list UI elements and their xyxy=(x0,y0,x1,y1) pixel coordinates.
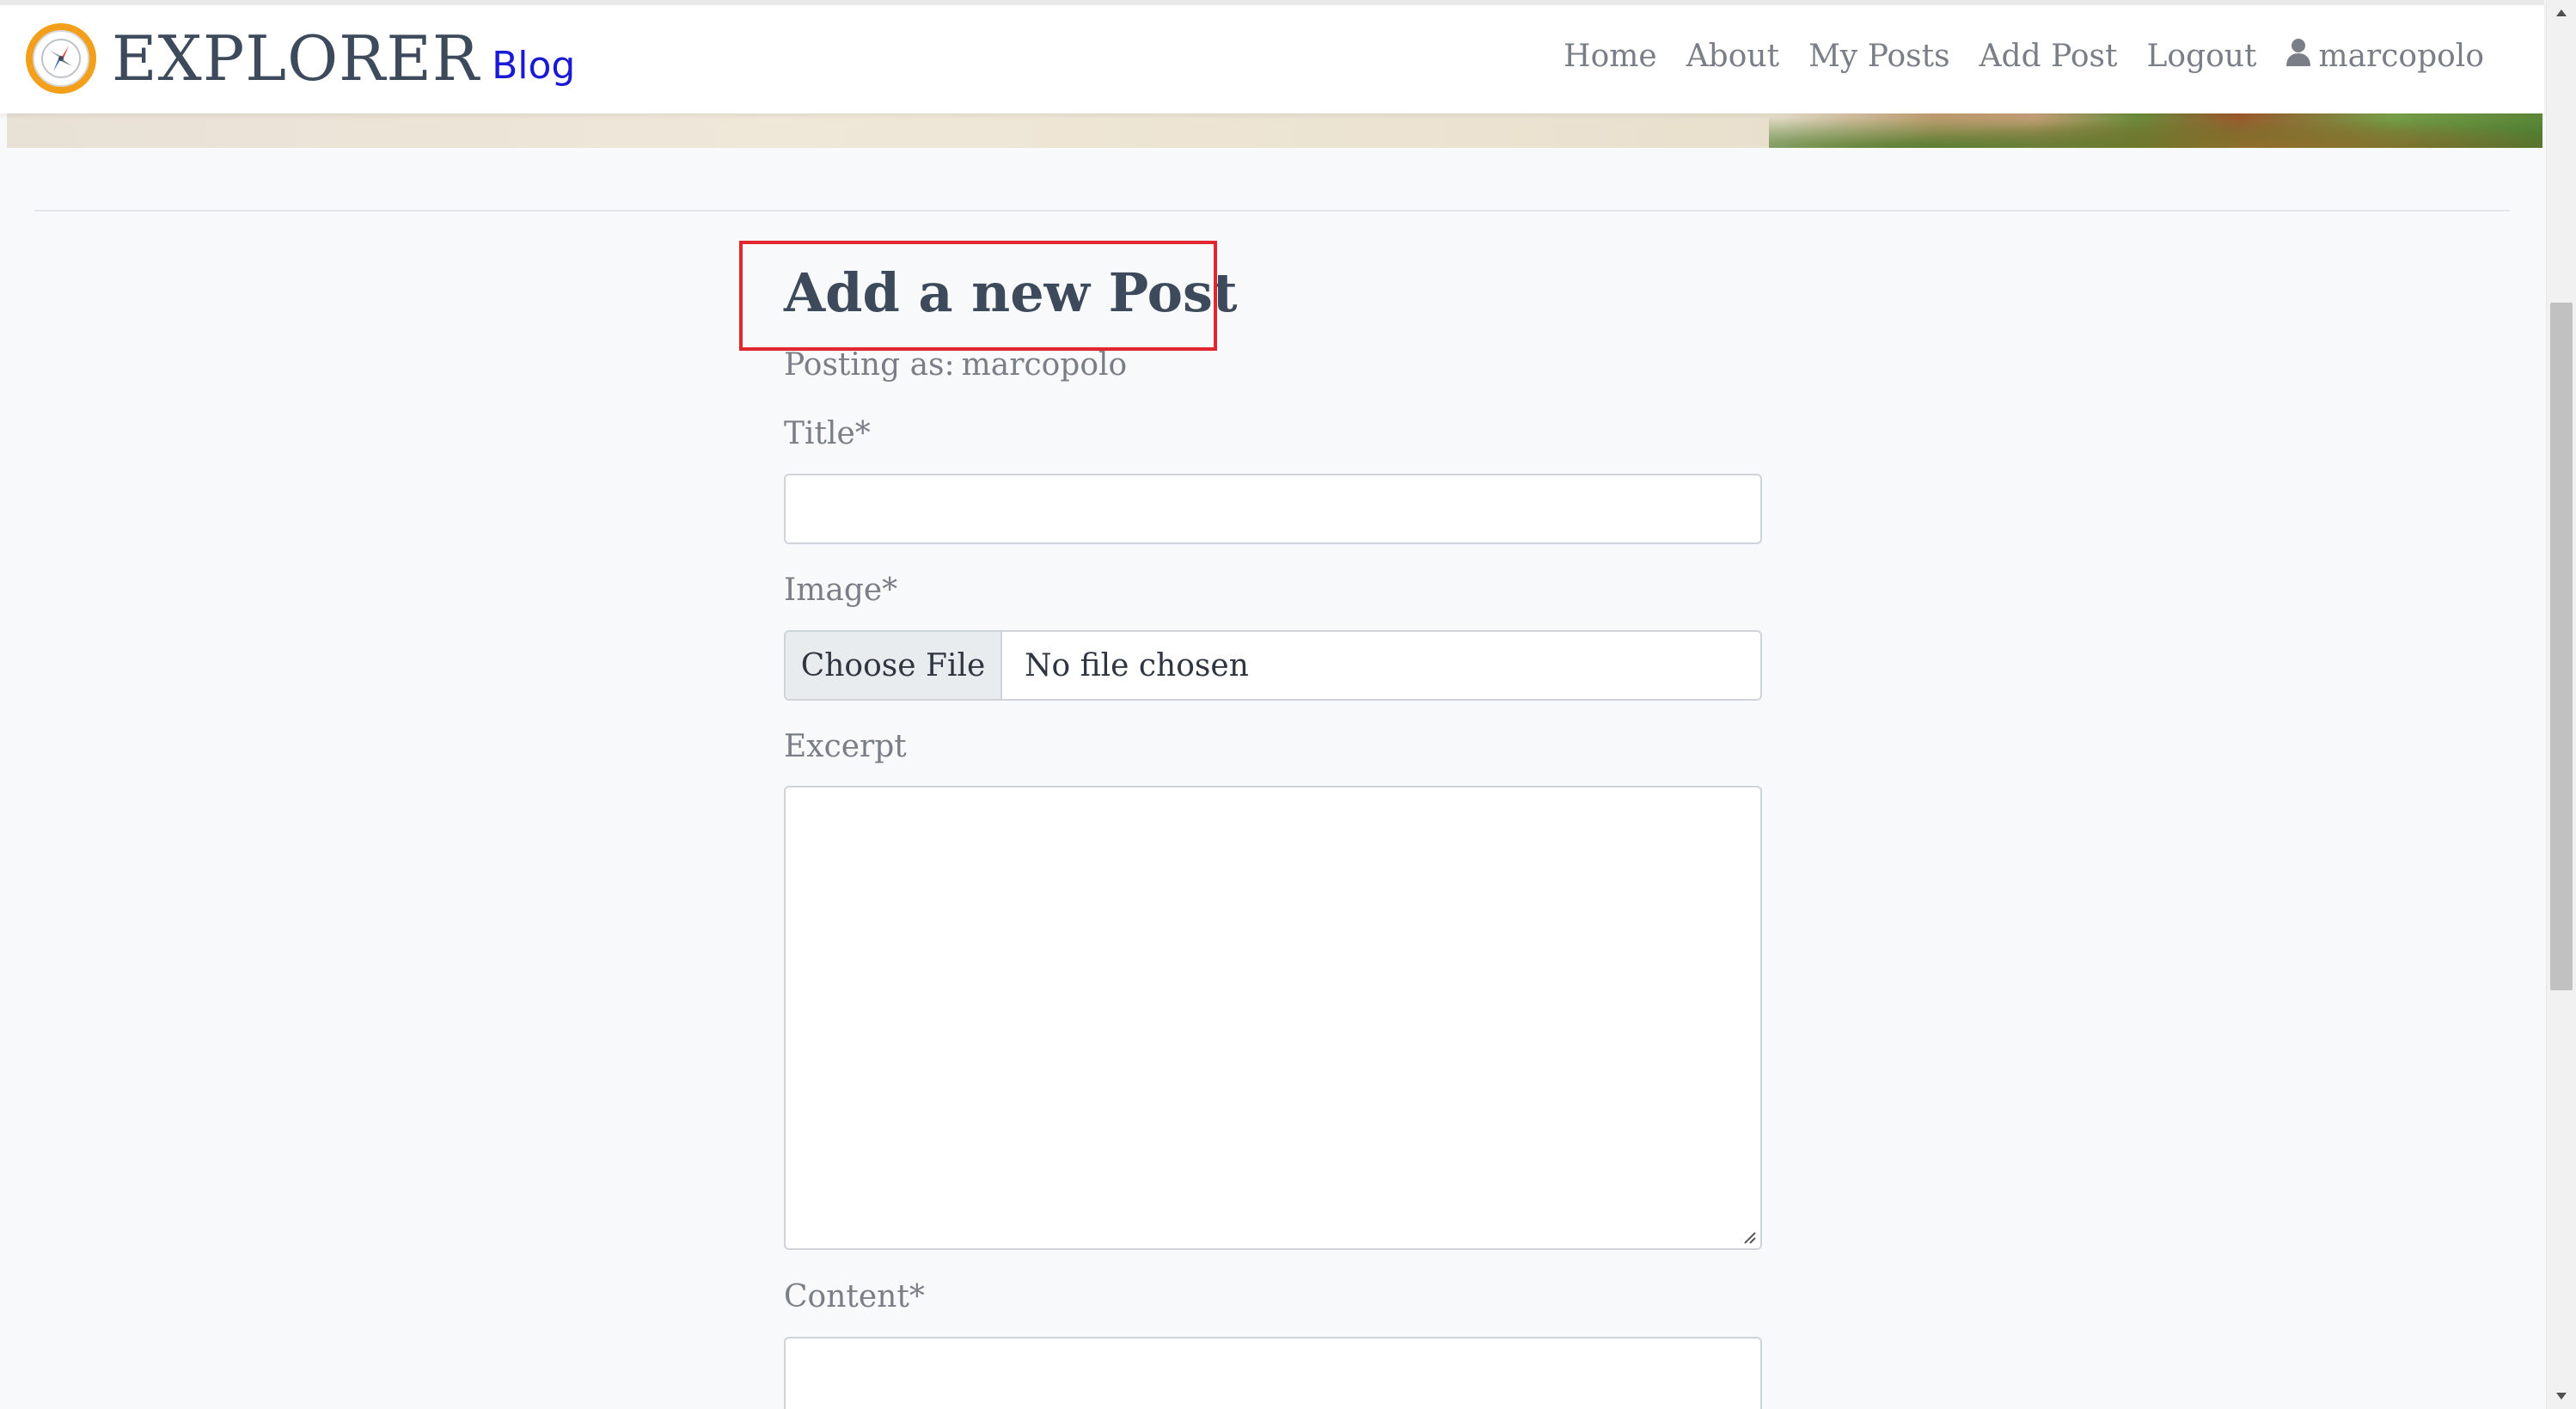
image-label: Image* xyxy=(784,573,898,608)
brand-link[interactable]: EXPLORER Blog xyxy=(26,17,575,100)
content-label: Content* xyxy=(784,1279,925,1314)
nav-username: marcopolo xyxy=(2318,39,2484,74)
compass-icon xyxy=(26,23,96,94)
nav-user-link[interactable]: marcopolo xyxy=(2285,38,2484,75)
image-file-input[interactable]: Choose File No file chosen xyxy=(784,630,1762,701)
brand-subtitle: Blog xyxy=(492,44,576,88)
content-textarea[interactable] xyxy=(784,1337,1762,1409)
scroll-up-icon[interactable] xyxy=(2547,0,2576,26)
main-nav: Home About My Posts Add Post Logout marc… xyxy=(1563,38,2484,75)
excerpt-textarea[interactable] xyxy=(784,786,1762,1250)
posting-as-label: Posting as: xyxy=(784,347,955,383)
nav-logout-link[interactable]: Logout xyxy=(2146,39,2256,74)
brand-title: EXPLORER xyxy=(112,22,480,95)
title-input[interactable] xyxy=(784,474,1762,544)
page-title: Add a new Post xyxy=(784,261,1238,324)
user-icon xyxy=(2285,38,2311,75)
page: EXPLORER Blog Home About My Posts Add Po… xyxy=(0,0,2576,1409)
posting-as: Posting as: marcopolo xyxy=(784,347,1127,383)
excerpt-label: Excerpt xyxy=(784,729,907,764)
hero-image xyxy=(7,108,2542,148)
nav-add-post-link[interactable]: Add Post xyxy=(1979,39,2118,74)
file-status: No file chosen xyxy=(1025,647,1249,683)
choose-file-button[interactable]: Choose File xyxy=(786,632,1002,699)
scrollbar-thumb[interactable] xyxy=(2550,303,2573,990)
nav-my-posts-link[interactable]: My Posts xyxy=(1808,39,1950,74)
title-label: Title* xyxy=(784,416,871,451)
nav-about-link[interactable]: About xyxy=(1686,39,1779,74)
section-divider xyxy=(34,210,2510,211)
page-scrollbar[interactable] xyxy=(2546,0,2576,1409)
navbar: EXPLORER Blog Home About My Posts Add Po… xyxy=(0,0,2544,113)
resize-handle-icon[interactable] xyxy=(1741,1229,1757,1245)
scroll-down-icon[interactable] xyxy=(2547,1383,2576,1409)
nav-home-link[interactable]: Home xyxy=(1563,39,1657,74)
posting-as-user: marcopolo xyxy=(961,347,1128,383)
